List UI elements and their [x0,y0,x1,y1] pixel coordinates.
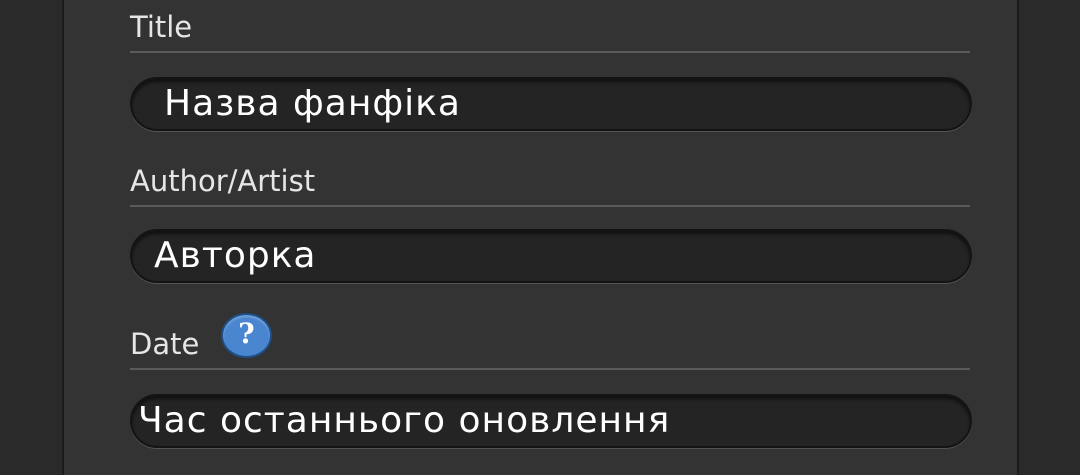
title-input[interactable]: Назва фанфіка [130,77,972,131]
panel-left-border [62,0,64,475]
author-divider [130,205,970,207]
author-label: Author/Artist [130,164,316,198]
author-input[interactable]: Авторка [130,229,972,283]
date-divider [130,368,970,370]
right-margin [1018,0,1080,475]
edit-details-screen: Title Назва фанфіка Author/Artist Авторк… [0,0,1080,475]
left-margin [0,0,62,475]
panel-right-border [1017,0,1019,475]
date-label: Date [130,327,200,361]
help-icon[interactable]: ? [221,313,272,358]
date-input[interactable]: Час останнього оновлення [130,394,972,448]
title-label: Title [130,10,193,44]
title-divider [130,51,970,53]
